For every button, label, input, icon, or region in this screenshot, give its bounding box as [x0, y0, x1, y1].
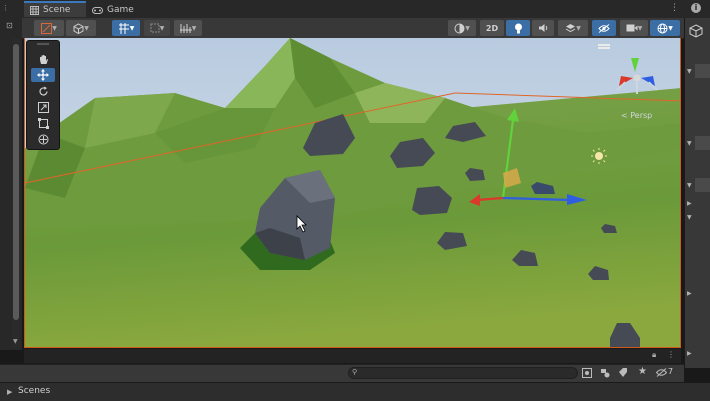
inspector-header: i: [684, 0, 710, 18]
component-header[interactable]: [695, 64, 710, 78]
inspector-panel: ▼ ▼ ▼ ▶ ▼ ▶ ▶: [684, 18, 710, 368]
more-options-icon[interactable]: ⋮: [667, 351, 675, 359]
hidden-packages-icon[interactable]: [656, 368, 667, 377]
collapse-arrow-icon[interactable]: ▶: [687, 350, 692, 357]
scene-viewport[interactable]: < Persp: [24, 38, 681, 348]
rotate-tool-icon: [38, 86, 49, 97]
chevron-down-icon: ▼: [637, 24, 643, 32]
favorite-star-icon[interactable]: ★: [638, 367, 647, 377]
rect-tool-icon: [37, 117, 49, 129]
chevron-down-icon: ▼: [52, 24, 57, 32]
chevron-down-icon: ▼: [84, 24, 89, 32]
lighting-toggle[interactable]: [506, 20, 530, 36]
collapse-arrow-icon[interactable]: ▶: [7, 388, 12, 396]
scene-visibility-toggle[interactable]: [592, 20, 616, 36]
chevron-down-icon: ▼: [159, 24, 165, 32]
rect-tool[interactable]: [31, 116, 55, 130]
chevron-down-icon: ▼: [668, 24, 673, 32]
chevron-down-icon: ▼: [465, 24, 470, 32]
panel-menu-icon[interactable]: ⋮: [2, 5, 9, 12]
cube-outline-icon[interactable]: [689, 24, 703, 38]
tab-scene[interactable]: Scene: [24, 1, 86, 17]
speaker-icon: [538, 23, 549, 33]
grid-snapping-toggle[interactable]: ▼: [112, 20, 140, 36]
chevron-down-icon: ▼: [191, 24, 197, 32]
move-tool-icon: [37, 69, 49, 81]
gamepad-icon: [92, 6, 103, 14]
scroll-down-icon[interactable]: ▼: [13, 339, 18, 345]
scene-render: [25, 38, 680, 347]
type-filter-icon[interactable]: [600, 368, 610, 378]
hidden-count: 7: [668, 367, 674, 376]
effects-dropdown[interactable]: ▼: [558, 20, 588, 36]
search-field[interactable]: ⚲: [348, 367, 578, 379]
shading-dropdown[interactable]: ▼: [448, 20, 476, 36]
camera-settings-dropdown[interactable]: ▼: [620, 20, 648, 36]
lightbulb-icon: [514, 23, 523, 34]
scene-toolbar: ▼ ▼ ▼ ▼ ▼ ▼ 2D ▼ ▼ ▼: [0, 18, 684, 39]
scenes-folder-row[interactable]: ▶ Scenes: [0, 382, 710, 401]
tools-overlay: [26, 40, 60, 150]
view-options-icon: [179, 23, 192, 34]
overlay-menu-icon[interactable]: [598, 44, 610, 46]
scale-tool[interactable]: [31, 100, 55, 114]
expand-arrow-icon[interactable]: ▼: [687, 214, 692, 221]
chevron-down-icon: ▼: [576, 24, 581, 32]
info-icon[interactable]: i: [691, 3, 701, 13]
hand-tool[interactable]: [31, 52, 55, 66]
increment-snap-dropdown[interactable]: ▼: [144, 20, 170, 36]
draw-mode-dropdown[interactable]: ▼: [34, 20, 64, 36]
drag-handle[interactable]: [37, 43, 49, 45]
lock-icon[interactable]: 🔒︎: [652, 351, 656, 359]
asset-filter-icon[interactable]: [582, 368, 592, 378]
tab-scene-label: Scene: [43, 5, 71, 15]
component-header[interactable]: [695, 178, 710, 192]
search-icon: ⚲: [352, 368, 358, 376]
expand-arrow-icon[interactable]: ▼: [687, 68, 692, 75]
viewport-bottom-strip: 🔒︎ ⋮: [24, 349, 681, 363]
label-filter-icon[interactable]: [618, 368, 628, 378]
grid-snap-icon: [118, 22, 130, 34]
tab-game-label: Game: [107, 5, 134, 15]
scene-tab-bar: ⋮ Scene Game ⋮: [0, 0, 684, 19]
component-header[interactable]: [695, 136, 710, 150]
view-options-dropdown[interactable]: ▼: [174, 20, 202, 36]
snap-increment-icon: [150, 23, 160, 33]
audio-toggle[interactable]: [532, 20, 554, 36]
grid-icon: [30, 5, 39, 15]
chevron-down-icon: ▼: [129, 24, 135, 32]
expand-arrow-icon[interactable]: ▼: [687, 182, 692, 189]
transform-tool-icon: [38, 134, 49, 145]
search-input[interactable]: [361, 368, 571, 378]
rotate-tool[interactable]: [31, 84, 55, 98]
gizmo-globe-icon: [657, 23, 668, 34]
half-circle-icon: [454, 23, 465, 34]
scale-tool-icon: [37, 101, 49, 113]
collapse-arrow-icon[interactable]: ▶: [687, 290, 692, 297]
projection-label[interactable]: < Persp: [621, 111, 652, 120]
shading-mode-dropdown[interactable]: ▼: [66, 20, 96, 36]
draw-mode-icon: [41, 22, 53, 34]
gizmos-dropdown[interactable]: ▼: [650, 20, 680, 36]
left-scrollbar-thumb[interactable]: [13, 44, 19, 320]
expand-arrow-icon[interactable]: ▼: [687, 140, 692, 147]
move-tool[interactable]: [31, 68, 55, 82]
eye-slash-icon: [598, 23, 610, 33]
transform-tool[interactable]: [31, 132, 55, 146]
more-options-icon[interactable]: ⋮: [670, 4, 679, 13]
hand-tool-icon: [38, 54, 49, 65]
collapse-arrow-icon[interactable]: ▶: [687, 200, 692, 207]
layers-icon: [565, 23, 576, 33]
camera-icon: [626, 24, 638, 32]
cube-icon: [73, 22, 84, 34]
scenes-folder-label: Scenes: [18, 386, 51, 396]
view-2d-toggle[interactable]: 2D: [480, 20, 504, 36]
hierarchy-toggle-icon[interactable]: ⊡: [6, 22, 13, 30]
tab-game[interactable]: Game: [86, 2, 136, 18]
